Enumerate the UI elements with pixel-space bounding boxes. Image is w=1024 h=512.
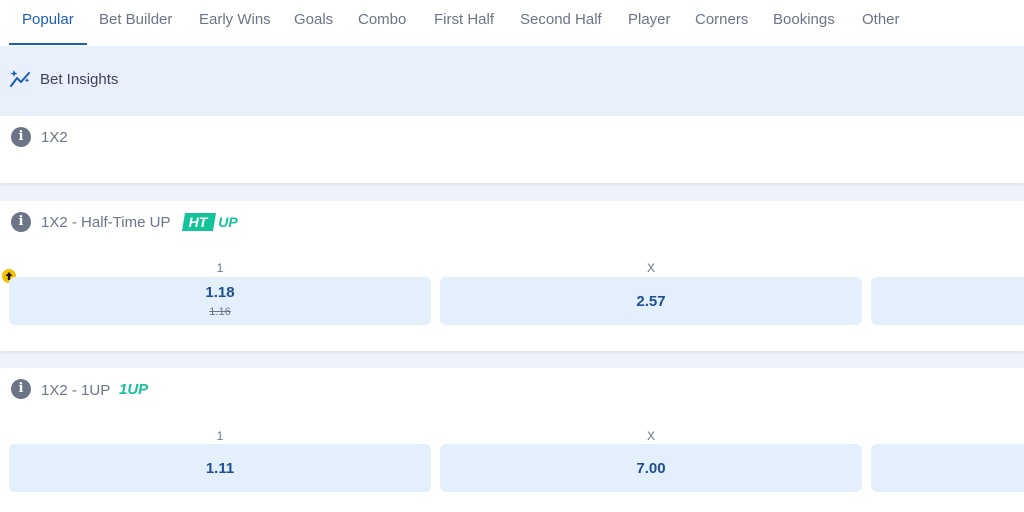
market-title: 1X2 - 1UP — [41, 382, 111, 399]
tab-corners[interactable]: Corners — [695, 0, 748, 46]
bet-insights-bar[interactable]: Bet Insights — [0, 46, 1024, 116]
markets-page: Popular Bet Builder Early Wins Goals Com… — [0, 0, 1024, 512]
odds-button-draw[interactable]: 7.00 — [440, 444, 862, 492]
insights-chart-icon — [10, 70, 30, 87]
tab-bookings[interactable]: Bookings — [773, 0, 835, 46]
odds-value: 7.00 — [636, 460, 666, 477]
previous-odds: 1.16 — [209, 306, 231, 318]
selection-label-home: 1 — [216, 429, 224, 443]
odds-value: 1.18 — [205, 284, 235, 301]
market-tabs: Popular Bet Builder Early Wins Goals Com… — [0, 0, 1024, 46]
odds-button-draw[interactable]: 2.57 — [440, 277, 862, 325]
market-title: 1X2 - Half-Time UP — [41, 214, 171, 231]
market-1x2[interactable]: i 1X2 — [0, 116, 1024, 183]
market-title: 1X2 — [41, 129, 68, 146]
tab-bet-builder[interactable]: Bet Builder — [99, 0, 172, 46]
odds-button-home[interactable]: 1.18 1.16 — [9, 277, 431, 325]
svg-text:UP: UP — [218, 214, 238, 230]
tab-early-wins[interactable]: Early Wins — [199, 0, 271, 46]
svg-text:HT: HT — [189, 214, 209, 230]
odds-value: 2.57 — [636, 293, 666, 310]
market-1x2-half-time-up: i 1X2 - Half-Time UP HT UP 1 X 1.18 1.16… — [0, 201, 1024, 351]
tab-goals[interactable]: Goals — [294, 0, 333, 46]
tab-second-half[interactable]: Second Half — [520, 0, 602, 46]
info-icon[interactable]: i — [11, 379, 31, 399]
tab-popular[interactable]: Popular — [22, 0, 74, 46]
svg-text:1UP: 1UP — [119, 381, 149, 398]
odds-button-home[interactable]: 1.11 — [9, 444, 431, 492]
tab-player[interactable]: Player — [628, 0, 671, 46]
bet-insights-label: Bet Insights — [40, 71, 119, 88]
odds-button-away[interactable] — [871, 277, 1024, 325]
ht-up-badge-icon: HT UP — [182, 213, 238, 231]
odds-value: 1.11 — [205, 460, 235, 477]
active-tab-indicator — [9, 43, 87, 45]
tab-first-half[interactable]: First Half — [434, 0, 494, 46]
info-icon[interactable]: i — [11, 127, 31, 147]
selection-label-draw: X — [646, 429, 655, 443]
tab-combo[interactable]: Combo — [358, 0, 406, 46]
tab-other[interactable]: Other — [862, 0, 900, 46]
selection-label-home: 1 — [216, 261, 224, 275]
selection-label-draw: X — [646, 261, 655, 275]
market-1x2-1up: i 1X2 - 1UP 1UP 1 X 1.11 7.00 — [0, 368, 1024, 512]
info-icon[interactable]: i — [11, 212, 31, 232]
odds-button-away[interactable] — [871, 444, 1024, 492]
1up-badge-icon: 1UP — [119, 381, 149, 398]
